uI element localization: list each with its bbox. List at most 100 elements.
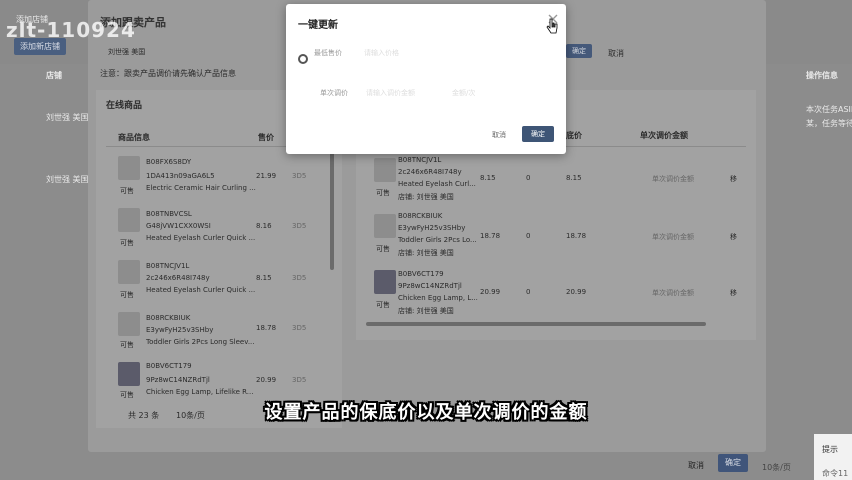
product-asin[interactable]: B08TNBVCSL <box>146 210 192 218</box>
dialog-cancel-button[interactable]: 取消 <box>492 130 506 140</box>
product-price: 8.16 <box>256 222 272 230</box>
product-sku: 9Pz8wC14NZRdTjl <box>146 376 210 384</box>
single-adjust-input[interactable]: 单次调价金额 <box>652 174 694 184</box>
product-thumbnail <box>118 312 140 336</box>
product-price: 8.15 <box>256 274 272 282</box>
product-extra: 3D5 <box>292 376 307 384</box>
product-asin[interactable]: B0BV6CT179 <box>146 362 192 370</box>
status-label: 可售 <box>120 291 134 299</box>
status-label: 可售 <box>120 239 134 247</box>
list-item[interactable]: 可售 B08TNBVCSL G48jVW1CXX0WSI Heated Eyel… <box>106 206 332 258</box>
product-price: 20.99 <box>480 288 501 296</box>
product-sku: 1DA413n09aGA6L5 <box>146 172 215 180</box>
product-name: Chicken Egg Lamp, Lifelike R... <box>146 388 254 396</box>
floor-price-input[interactable]: 8.15 <box>566 174 582 182</box>
col-product-info: 商品信息 <box>118 133 150 142</box>
single-adjust-label: 单次调价 <box>320 89 348 97</box>
modal-notice: 注意：跟卖产品调价请先确认产品信息 <box>100 69 236 78</box>
dialog-ok-button[interactable]: 确定 <box>522 126 554 142</box>
page-size-right[interactable]: 10条/页 <box>762 462 791 473</box>
remove-button[interactable]: 移 <box>730 232 737 242</box>
product-store: 店铺: 刘世强 美国 <box>398 249 454 257</box>
product-extra: 3D5 <box>292 172 307 180</box>
action-info-text: 某，任务等待中 <box>806 119 852 128</box>
horizontal-scrollbar[interactable] <box>366 322 706 326</box>
product-name: Heated Eyelash Curler Quick ... <box>146 234 256 242</box>
col-price: 售价 <box>258 133 274 142</box>
status-label: 可售 <box>120 187 134 195</box>
vertical-scrollbar[interactable] <box>330 150 334 270</box>
product-sku: 2c246x6R48I748y <box>398 168 462 176</box>
one-click-update-dialog: 一键更新 最低售价 请输入价格 单次调价 请输入调价金额 金额/次 取消 确定 <box>286 4 566 154</box>
product-sku: G48jVW1CXX0WSI <box>146 222 211 230</box>
min-price-label: 最低售价 <box>314 49 342 57</box>
online-products-title: 在线商品 <box>106 101 143 111</box>
remove-button[interactable]: 移 <box>730 288 737 298</box>
col-store-header: 店铺 <box>46 71 62 80</box>
status-label: 可售 <box>376 245 390 253</box>
list-item[interactable]: 可售 B08FX6S8DY 1DA413n09aGA6L5 Electric C… <box>106 154 332 206</box>
store-cell: 刘世强 美国 <box>46 113 89 122</box>
product-sku: 9Pz8wC14NZRdTjl <box>398 282 462 290</box>
product-extra: 3D5 <box>292 274 307 282</box>
single-adjust-input[interactable]: 请输入调价金额 <box>366 88 415 98</box>
radio-icon[interactable] <box>298 54 308 64</box>
product-asin[interactable]: B08TNCJV1L <box>398 156 441 164</box>
product-extra: 3D5 <box>292 324 307 332</box>
product-thumbnail <box>118 260 140 284</box>
video-subtitle: 设置产品的保底价以及单次调价的金额 <box>264 402 588 423</box>
single-adjust-input[interactable]: 单次调价金额 <box>652 288 694 298</box>
product-price: 21.99 <box>256 172 277 180</box>
min-price-input[interactable]: 请输入价格 <box>364 48 399 58</box>
floor-price-input[interactable]: 18.78 <box>566 232 586 240</box>
floor-price-input[interactable]: 20.99 <box>566 288 586 296</box>
product-sku: E3ywFyH25v3SHby <box>398 224 466 232</box>
confirm-select-button[interactable]: 确定 <box>566 44 592 58</box>
modal-ok-button[interactable]: 确定 <box>718 454 748 472</box>
col-action-info-header: 操作信息 <box>806 71 838 80</box>
product-thumbnail <box>118 156 140 180</box>
list-item[interactable]: 可售 B0BV6CT179 9Pz8wC14NZRdTjl Chicken Eg… <box>106 360 332 400</box>
product-name: Chicken Egg Lamp, L... <box>398 294 478 302</box>
product-price: 20.99 <box>256 376 277 384</box>
single-adjust-input[interactable]: 单次调价金额 <box>652 232 694 242</box>
product-asin[interactable]: B08TNCJV1L <box>146 262 189 270</box>
product-asin[interactable]: B0BV6CT179 <box>398 270 444 278</box>
product-name: Toddler Girls 2Pcs Lo... <box>398 236 477 244</box>
product-count: 0 <box>526 174 531 182</box>
product-thumbnail <box>118 362 140 386</box>
status-label: 可售 <box>120 391 134 399</box>
list-item[interactable]: 可售 B08RCKBIUK E3ywFyH25v3SHby Toddler Gi… <box>106 310 332 362</box>
table-row: 可售 B08TNCJV1L 2c246x6R48I748y Heated Eye… <box>366 154 746 204</box>
product-asin[interactable]: B08RCKBIUK <box>146 314 190 322</box>
cancel-select-button[interactable]: 取消 <box>608 48 624 59</box>
single-adjust-unit: 金额/次 <box>452 89 476 97</box>
product-sku: E3ywFyH25v3SHby <box>146 326 214 334</box>
product-price: 18.78 <box>480 232 501 240</box>
remove-button[interactable]: 移 <box>730 174 737 184</box>
product-thumbnail <box>374 270 396 294</box>
product-price: 18.78 <box>256 324 277 332</box>
product-sku: 2c246x6R48I748y <box>146 274 210 282</box>
product-thumbnail <box>374 214 396 238</box>
product-store: 店铺: 刘世强 美国 <box>398 307 454 315</box>
dialog-title: 一键更新 <box>298 20 338 31</box>
list-item[interactable]: 可售 B08TNCJV1L 2c246x6R48I748y Heated Eye… <box>106 258 332 310</box>
product-name: Heated Eyelash Curl... <box>398 180 476 188</box>
product-thumbnail <box>118 208 140 232</box>
store-cell: 刘世强 美国 <box>46 175 89 184</box>
product-asin[interactable]: B08RCKBIUK <box>398 212 442 220</box>
product-count: 0 <box>526 232 531 240</box>
tip-popup: 提示 命令11 <box>814 434 852 480</box>
product-count: 0 <box>526 288 531 296</box>
status-label: 可售 <box>376 301 390 309</box>
product-store: 店铺: 刘世强 美国 <box>398 193 454 201</box>
product-price: 8.15 <box>480 174 496 182</box>
product-name: Heated Eyelash Curler Quick ... <box>146 286 256 294</box>
store-select[interactable]: 刘世强 美国 <box>100 44 230 58</box>
modal-cancel-button[interactable]: 取消 <box>688 460 704 471</box>
product-asin[interactable]: B08FX6S8DY <box>146 158 191 166</box>
status-label: 可售 <box>120 341 134 349</box>
status-label: 可售 <box>376 189 390 197</box>
cursor-icon <box>546 18 558 37</box>
